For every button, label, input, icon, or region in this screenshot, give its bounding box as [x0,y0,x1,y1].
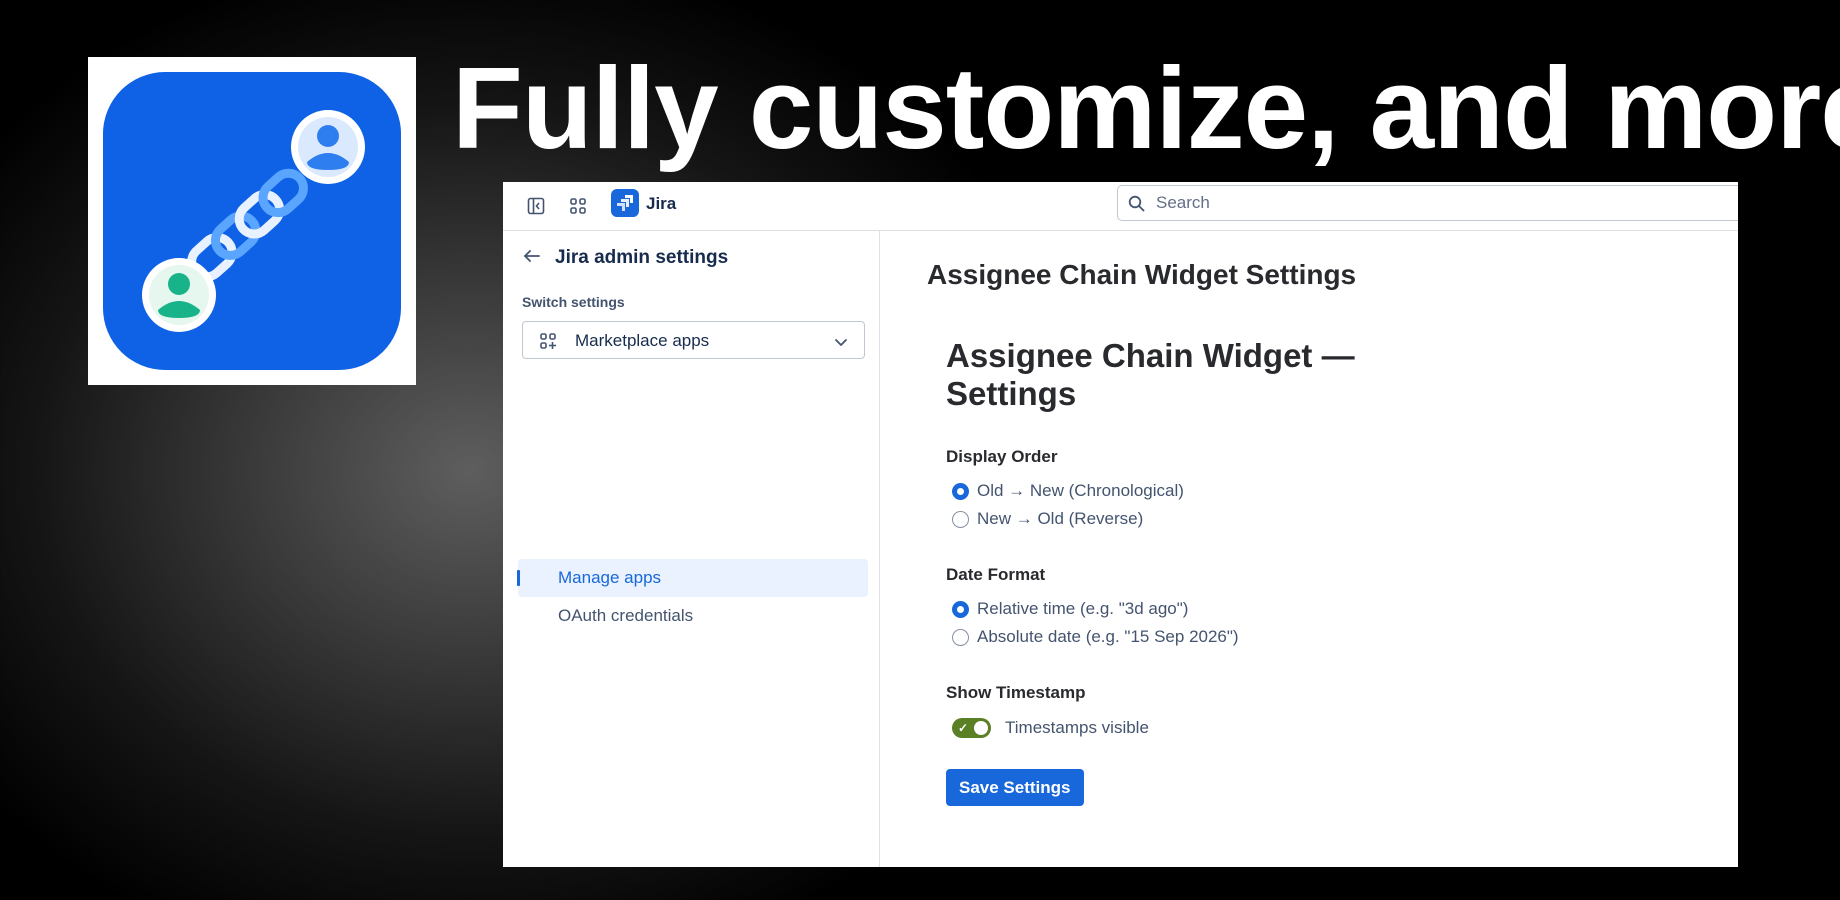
sidebar-item-label: Manage apps [558,568,662,587]
main-content: Assignee Chain Widget Settings Assignee … [880,231,1738,867]
radio-unselected[interactable] [952,510,969,528]
jira-logo-icon[interactable] [611,189,639,217]
timestamp-toggle[interactable]: ✓ [952,718,991,738]
check-icon: ✓ [958,721,969,735]
date-format-label: Date Format [946,565,1046,584]
jira-window: Jira Jira admin settings Switch settings… [503,182,1738,867]
sidebar-item-oauth-credentials[interactable]: OAuth credentials [518,597,868,635]
radio-unselected[interactable] [952,628,969,646]
panel-title: Assignee Chain Widget — Settings [946,337,1355,412]
app-name[interactable]: Jira [646,194,676,214]
radio-label: Old → New (Chronological) [977,481,1184,500]
radio-label: New → Old (Reverse) [977,509,1144,528]
save-settings-button[interactable]: Save Settings [946,769,1084,806]
app-switcher-icon[interactable] [565,193,591,219]
sidebar: Jira admin settings Switch settings Mark… [503,231,880,867]
radio-relative-time[interactable]: Relative time (e.g. "3d ago") [952,599,1188,619]
arrow-left-icon [523,249,541,268]
headline: Fully customize, and more [452,43,1840,173]
radio-old-to-new[interactable]: Old → New (Chronological) [952,481,1184,501]
switch-settings-label: Switch settings [522,294,625,310]
switch-settings-select[interactable]: Marketplace apps [522,321,865,359]
radio-selected[interactable] [952,600,969,618]
assignee-chain-icon [103,72,401,370]
apps-icon [539,332,557,355]
sidebar-toggle-icon[interactable] [523,193,549,219]
timestamp-toggle-row: ✓ Timestamps visible [952,718,1149,738]
app-logo [88,57,416,385]
radio-label: Relative time (e.g. "3d ago") [977,599,1189,618]
search-icon [1128,195,1145,217]
show-timestamp-label: Show Timestamp [946,683,1086,702]
radio-new-to-old[interactable]: New → Old (Reverse) [952,509,1143,529]
top-bar: Jira [503,182,1738,231]
back-button[interactable]: Jira admin settings [523,247,728,269]
toggle-label: Timestamps visible [1005,718,1149,737]
display-order-label: Display Order [946,447,1058,466]
radio-label: Absolute date (e.g. "15 Sep 2026") [977,627,1239,646]
radio-selected[interactable] [952,482,969,500]
sidebar-item-label: OAuth credentials [558,606,694,625]
radio-absolute-date[interactable]: Absolute date (e.g. "15 Sep 2026") [952,627,1239,647]
chevron-down-icon [834,335,848,353]
search-field[interactable] [1117,185,1738,221]
sidebar-item-manage-apps[interactable]: Manage apps [517,559,868,597]
sidebar-title: Jira admin settings [555,247,729,268]
page-title: Assignee Chain Widget Settings [927,259,1357,290]
toggle-knob [974,721,988,735]
search-input[interactable] [1154,192,1718,214]
switch-settings-value: Marketplace apps [575,331,710,350]
